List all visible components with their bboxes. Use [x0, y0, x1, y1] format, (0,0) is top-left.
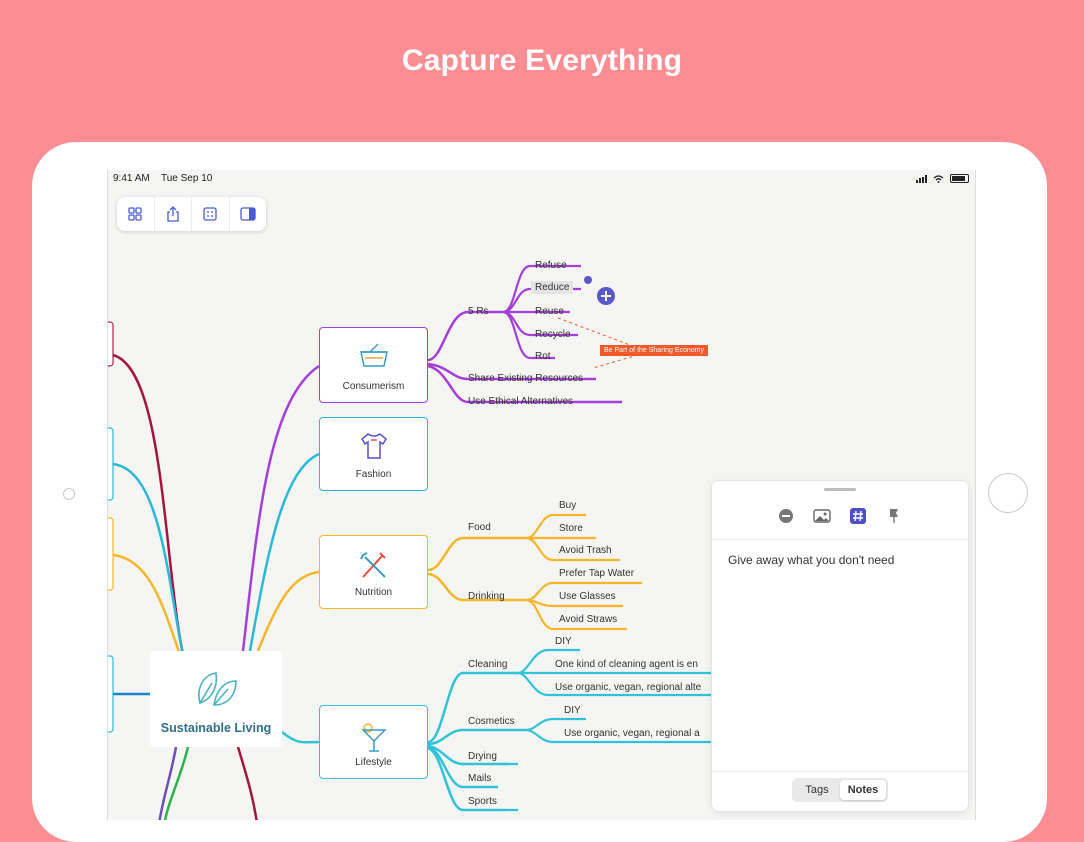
branch-cleaning-diy[interactable]: DIY: [555, 636, 572, 647]
image-icon: [813, 509, 831, 523]
status-date: Tue Sep 10: [161, 173, 213, 184]
branch-use-glasses[interactable]: Use Glasses: [559, 591, 616, 602]
tags-tab[interactable]: Tags: [794, 780, 840, 800]
tags-notes-segmented-control: Tags Notes: [792, 778, 888, 802]
sidebar-icon: [240, 207, 256, 221]
topic-fashion-label: Fashion: [355, 469, 392, 480]
branch-food[interactable]: Food: [468, 522, 491, 533]
topic-consumerism[interactable]: Consumerism: [319, 327, 428, 403]
topic-fashion[interactable]: Fashion: [319, 417, 428, 491]
branch-cosmetics[interactable]: Cosmetics: [468, 716, 515, 727]
basket-icon: [359, 343, 388, 367]
headline: Capture Everything: [401, 44, 683, 77]
branch-reuse[interactable]: Reuse: [535, 306, 564, 317]
branch-cleaning-organic[interactable]: Use organic, vegan, regional alte: [555, 682, 701, 693]
panel-toolbar: [712, 505, 968, 540]
branch-prefer-tap-water[interactable]: Prefer Tap Water: [559, 568, 634, 579]
flag-tab[interactable]: [883, 505, 905, 527]
front-camera: [63, 488, 75, 500]
flag-icon: [890, 509, 898, 523]
relationship-callout[interactable]: Be Part of the Sharing Economy: [600, 345, 708, 356]
outline-icon: [203, 207, 217, 221]
image-tab[interactable]: [811, 505, 833, 527]
topic-lifestyle-label: Lifestyle: [355, 757, 392, 768]
notes-tab[interactable]: Notes: [840, 780, 886, 800]
panel-divider: [712, 771, 968, 772]
offscreen-topic-1: [108, 321, 114, 367]
branch-drying[interactable]: Drying: [468, 751, 497, 762]
offscreen-topic-2: [108, 427, 114, 501]
share-button[interactable]: [155, 197, 192, 231]
branch-use-ethical-alternatives[interactable]: Use Ethical Alternatives: [468, 396, 573, 407]
signal-icon: [916, 174, 927, 183]
topic-lifestyle[interactable]: Lifestyle: [319, 705, 428, 779]
style-tab[interactable]: [775, 505, 797, 527]
branch-rot[interactable]: Rot: [535, 351, 551, 362]
grid-icon: [128, 207, 142, 221]
tag-tab[interactable]: [847, 505, 869, 527]
offscreen-topic-3: [108, 517, 114, 591]
branch-cosmetics-diy[interactable]: DIY: [564, 705, 581, 716]
app-screen: 9:41 AM Tue Sep 10 Sustainable Living Co…: [107, 170, 976, 820]
topic-consumerism-label: Consumerism: [342, 381, 405, 392]
sidebar-toggle-button[interactable]: [230, 197, 267, 231]
offscreen-topic-4: [108, 655, 114, 733]
branch-avoid-straws[interactable]: Avoid Straws: [559, 614, 617, 625]
branch-reduce[interactable]: Reduce: [531, 281, 574, 294]
share-icon: [167, 206, 179, 222]
branch-cleaning[interactable]: Cleaning: [468, 659, 507, 670]
branch-avoid-trash[interactable]: Avoid Trash: [559, 545, 612, 556]
wifi-icon: [933, 174, 944, 183]
notes-panel: Give away what you don't need Tags Notes: [711, 480, 969, 812]
shirt-icon: [360, 433, 387, 459]
main-toolbar: [117, 197, 266, 231]
minus-circle-icon: [779, 509, 793, 523]
branch-drinking[interactable]: Drinking: [468, 591, 505, 602]
status-time: 9:41 AM: [113, 173, 150, 184]
branch-store[interactable]: Store: [559, 523, 583, 534]
tag-icon: [850, 508, 866, 524]
status-bar: 9:41 AM Tue Sep 10: [108, 170, 975, 188]
central-topic[interactable]: Sustainable Living: [150, 651, 282, 747]
fork-knife-icon: [359, 552, 386, 578]
leaves-icon: [198, 672, 237, 706]
branch-cleaning-agent[interactable]: One kind of cleaning agent is en: [555, 659, 698, 670]
battery-icon: [950, 174, 969, 183]
branch-recycle[interactable]: Recycle: [535, 329, 571, 340]
branch-sports[interactable]: Sports: [468, 796, 497, 807]
branch-mails[interactable]: Mails: [468, 773, 491, 784]
home-button: [988, 473, 1028, 513]
grid-button[interactable]: [117, 197, 155, 231]
branch-buy[interactable]: Buy: [559, 500, 576, 511]
branch-refuse[interactable]: Refuse: [535, 260, 567, 271]
topic-nutrition[interactable]: Nutrition: [319, 535, 428, 609]
outline-button[interactable]: [192, 197, 230, 231]
branch-share-existing-resources[interactable]: Share Existing Resources: [468, 373, 583, 384]
topic-nutrition-label: Nutrition: [354, 587, 393, 598]
note-text[interactable]: Give away what you don't need: [728, 553, 894, 567]
branch-cosmetics-organic[interactable]: Use organic, vegan, regional a: [564, 728, 700, 739]
panel-grabber[interactable]: [824, 488, 856, 491]
branch-5rs[interactable]: 5 Rs: [468, 306, 489, 317]
cocktail-icon: [360, 723, 387, 752]
central-topic-label: Sustainable Living: [160, 721, 272, 735]
